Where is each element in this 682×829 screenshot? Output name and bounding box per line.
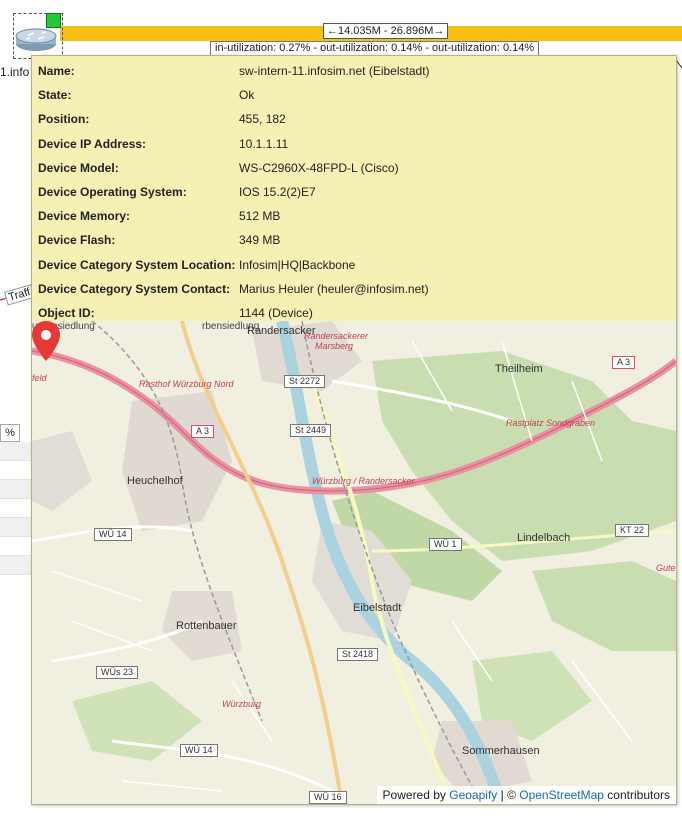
map-label-rasthof: Rasthof Würzburg Nord [139, 379, 234, 389]
map-label-rottenbauer: Rottenbauer [176, 620, 237, 632]
property-row: Device Category System Contact: Marius He… [38, 277, 668, 301]
property-key: State: [38, 88, 72, 103]
property-key: Name: [38, 64, 75, 79]
map-background [32, 321, 676, 804]
property-value: 455, 182 [239, 112, 286, 127]
road-badge-a3-right: A 3 [612, 356, 636, 369]
property-value: 512 MB [239, 209, 281, 224]
property-key: Device IP Address: [38, 136, 147, 151]
map-label-gute: Gute [656, 563, 676, 573]
road-badge-st2449: St 2449 [290, 424, 332, 437]
property-value: Ok [239, 88, 255, 103]
location-map[interactable]: Randersacker Randersackerer Marsberg The… [32, 321, 676, 804]
device-tooltip: Name: sw-intern-11.infosim.net (Eibelstad… [31, 55, 677, 805]
device-properties: Name: sw-intern-11.infosim.net (Eibelstad… [38, 59, 668, 325]
attribution-suffix: contributors [603, 788, 670, 802]
property-row: Device Category System Location: Infosim|… [38, 253, 668, 277]
map-label-marsberg: Marsberg [315, 341, 354, 351]
map-label-rastplatz: Rastplatz Sondgraben [506, 418, 596, 428]
status-square [46, 13, 61, 28]
property-key: Device Model: [38, 160, 119, 175]
property-key: Position: [38, 112, 90, 127]
road-badge-st2418: St 2418 [337, 648, 379, 661]
property-row: Name: sw-intern-11.infosim.net (Eibelstad… [38, 59, 668, 83]
road-badge-wu14-top: WÜ 14 [94, 528, 132, 541]
table-row [0, 537, 32, 556]
property-value: WS-C2960X-48FPD-L (Cisco) [239, 160, 399, 175]
road-badge-a3-left: A 3 [191, 425, 215, 438]
road-badge-wu16: WÜ 16 [309, 791, 347, 804]
link-utilization-label: in-utilization: 0.27% - out-utilization:… [210, 41, 540, 56]
attribution-separator: | © [497, 788, 520, 802]
property-row: Device Memory: 512 MB [38, 204, 668, 228]
property-key: Device Category System Contact: [38, 281, 231, 296]
property-value: Infosim|HQ|Backbone [239, 257, 356, 272]
map-label-lindelbach: Lindelbach [517, 532, 571, 544]
property-key: Device Category System Location: [38, 257, 236, 272]
property-row: State: Ok [38, 83, 668, 107]
property-value: 10.1.1.11 [239, 136, 289, 151]
property-value: sw-intern-11.infosim.net (Eibelstadt) [239, 64, 430, 79]
attribution-prefix: Powered by [382, 788, 450, 802]
location-pin-icon[interactable] [32, 321, 60, 361]
property-key: Device Operating System: [38, 185, 187, 200]
property-row: Device Operating System: IOS 15.2(2)E7 [38, 180, 668, 204]
table-row [0, 556, 32, 575]
background-table [0, 442, 32, 575]
property-row: Device Flash: 349 MB [38, 228, 668, 252]
road-badge-wu1: WÜ 1 [429, 538, 462, 551]
road-badge-st2272: St 2272 [284, 375, 326, 388]
table-row [0, 461, 32, 480]
road-badge-kt22: KT 22 [615, 524, 649, 537]
geoapify-link[interactable]: Geoapify [449, 788, 497, 802]
table-row [0, 499, 32, 518]
property-key: Device Memory: [38, 209, 131, 224]
map-label-randersackerer: Randersackerer [304, 331, 369, 341]
map-label-junction: Würzburg / Randersacker [312, 476, 415, 486]
road-badge-wu23: WÜs 23 [96, 666, 139, 679]
property-value: 349 MB [239, 233, 281, 248]
property-value: Marius Heuler (heuler@infosim.net) [239, 281, 429, 296]
property-key: Device Flash: [38, 233, 116, 248]
table-row [0, 518, 32, 537]
property-row: Device Model: WS-C2960X-48FPD-L (Cisco) [38, 156, 668, 180]
table-row [0, 480, 32, 499]
property-row: Device IP Address: 10.1.1.11 [38, 132, 668, 156]
map-label-theilheim: Theilheim [495, 363, 543, 375]
router-icon[interactable] [14, 27, 58, 53]
map-label-feld: feld [32, 373, 47, 383]
map-label-sommerhausen: Sommerhausen [462, 745, 540, 757]
map-label-eibelstadt: Eibelstadt [353, 602, 402, 614]
link-bandwidth-label: ←14.035M - 26.896M→ [323, 23, 449, 39]
property-value: IOS 15.2(2)E7 [239, 185, 316, 200]
property-row: Position: 455, 182 [38, 107, 668, 131]
map-label-wurzburg: Würzburg [222, 699, 262, 709]
road-badge-wu14-bottom: WÜ 14 [180, 744, 218, 757]
property-key: Object ID: [38, 305, 95, 320]
map-label-heuchelhof: Heuchelhof [127, 475, 183, 487]
property-value: 1144 (Device) [239, 305, 313, 320]
percent-cell: % [0, 424, 20, 442]
map-label-siedlung: rbensiedlung [202, 321, 260, 332]
map-attribution: Powered by Geoapify | © OpenStreetMap co… [376, 786, 676, 804]
device-name-label[interactable]: 1.info [0, 65, 32, 79]
openstreetmap-link[interactable]: OpenStreetMap [519, 788, 604, 802]
table-row [0, 442, 32, 461]
